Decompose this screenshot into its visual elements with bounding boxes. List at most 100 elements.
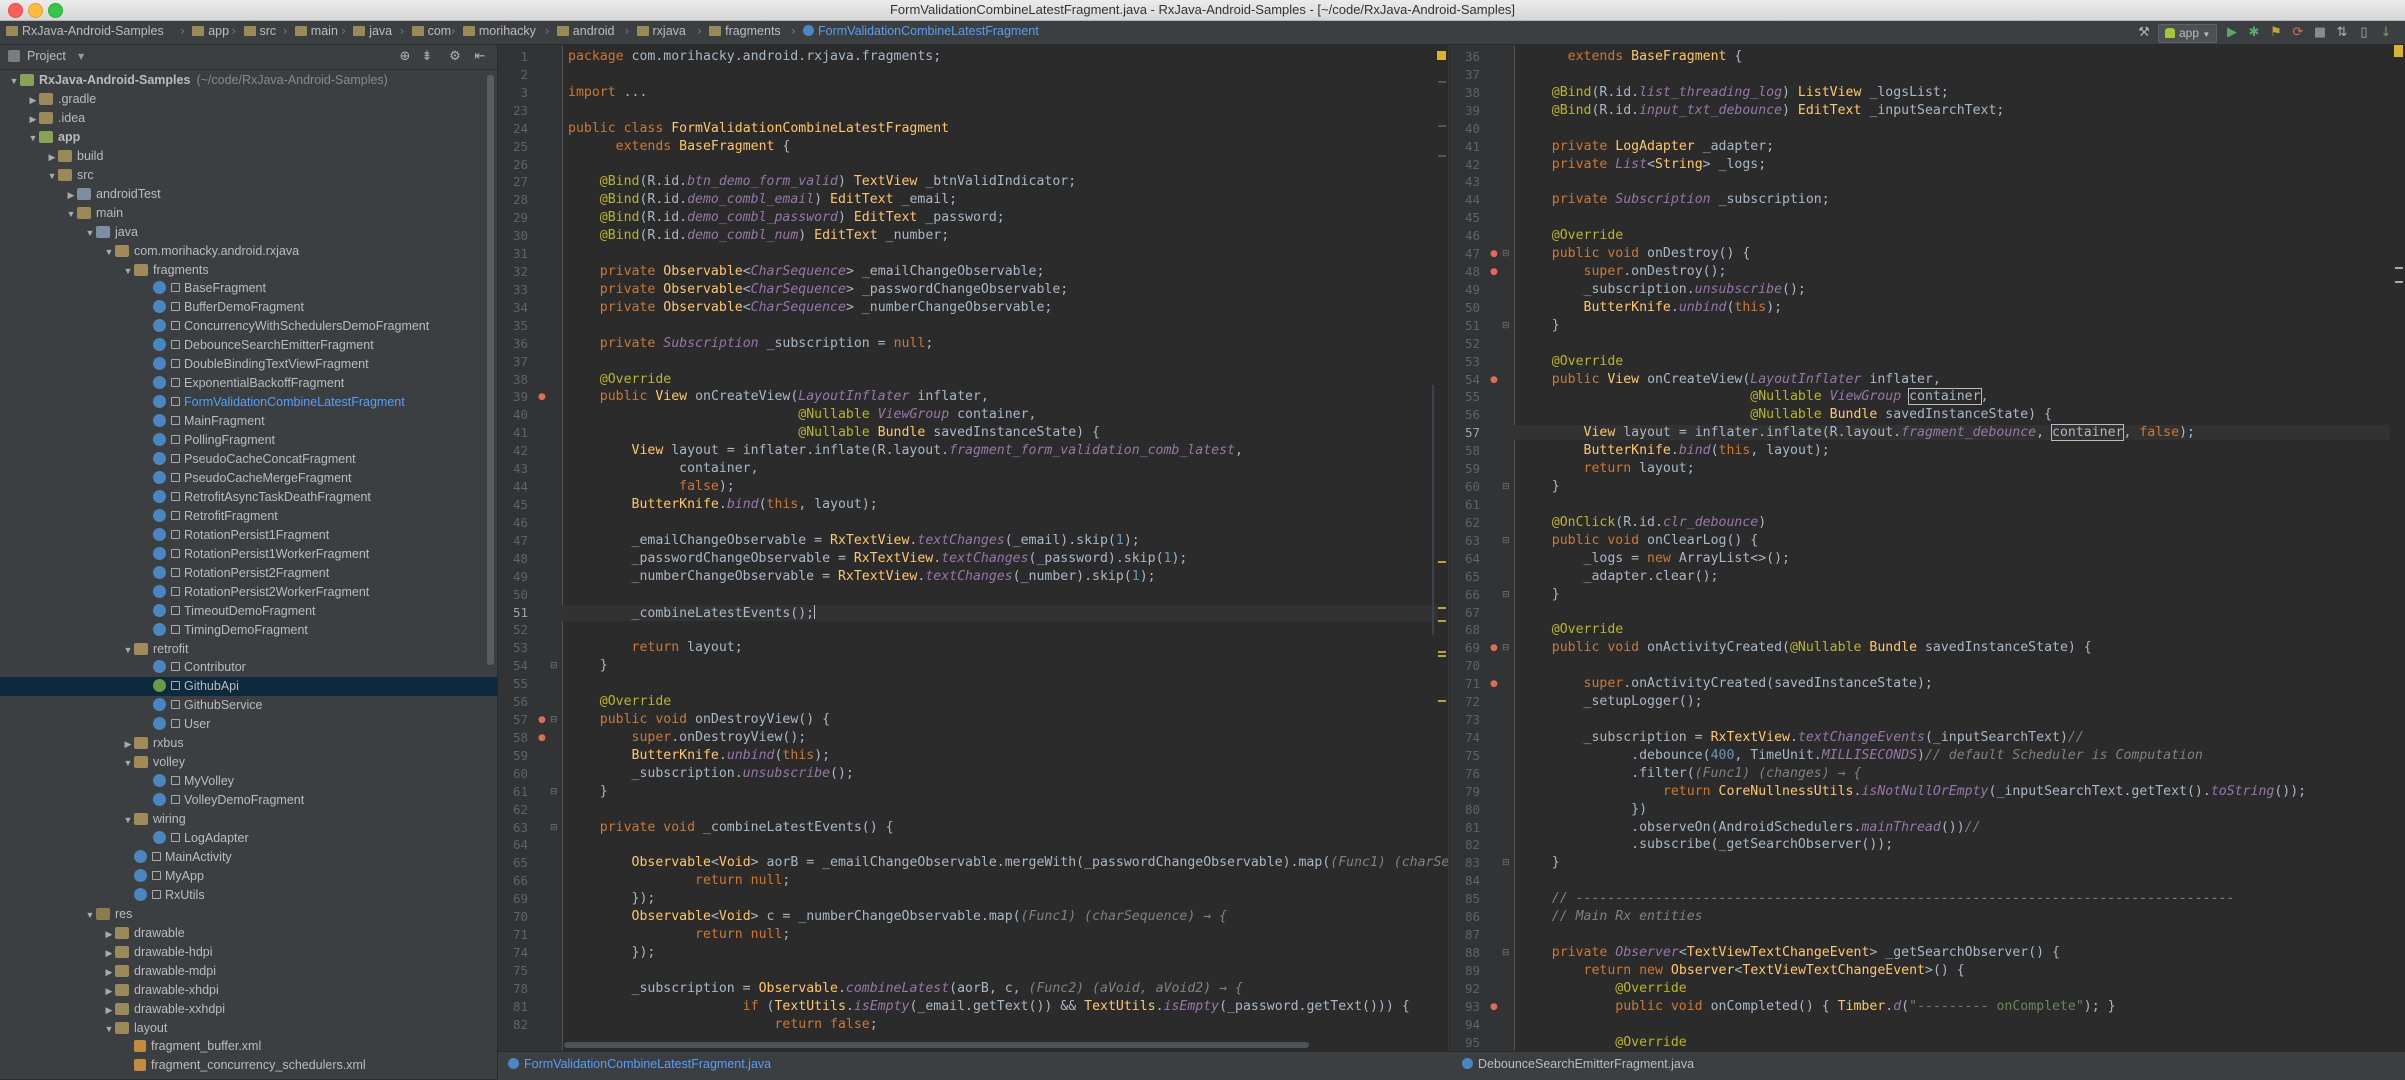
code-line[interactable]: _combineLatestEvents();: [562, 604, 1438, 621]
code-line[interactable]: public View onCreateView(LayoutInflater …: [1520, 372, 1941, 387]
code-line[interactable]: @Override: [1520, 228, 1623, 243]
code-line[interactable]: extends BaseFragment {: [568, 139, 791, 154]
fold-icon[interactable]: ⊟: [1502, 482, 1510, 492]
fold-icon[interactable]: ⊟: [1502, 948, 1510, 958]
code-line[interactable]: ButterKnife.unbind(this);: [568, 748, 831, 763]
chevron-down-icon[interactable]: ▼: [8, 72, 20, 91]
code-line[interactable]: }: [1520, 318, 1560, 333]
chevron-right-icon[interactable]: ▶: [103, 963, 115, 982]
code-line[interactable]: @Nullable Bundle savedInstanceState) {: [568, 425, 1100, 440]
code-line[interactable]: private Observer<TextViewTextChangeEvent…: [1520, 945, 2060, 960]
code-line[interactable]: _numberChangeObservable = RxTextView.tex…: [568, 569, 1156, 584]
override-marker-icon[interactable]: ●: [1490, 643, 1498, 653]
chevron-right-icon[interactable]: ▶: [46, 148, 58, 167]
horizontal-scrollbar[interactable]: [564, 1042, 1309, 1048]
code-line[interactable]: import ...: [568, 85, 647, 100]
code-line[interactable]: @Override: [1520, 622, 1623, 637]
debug-icon[interactable]: ✱: [2246, 25, 2262, 41]
breadcrumb-item[interactable]: RxJava-Android-Samples: [6, 24, 164, 41]
code-line[interactable]: public void onClearLog() {: [1520, 533, 1758, 548]
chevron-right-icon[interactable]: ▶: [103, 982, 115, 1001]
breadcrumb-item[interactable]: android: [556, 24, 615, 41]
fold-icon[interactable]: ⊟: [1502, 858, 1510, 868]
code-line[interactable]: @Bind(R.id.input_txt_debounce) EditText …: [1520, 103, 2005, 118]
editor-left[interactable]: 1 package com.morihacky.android.rxjava.fr…: [498, 45, 1449, 1051]
code-line[interactable]: @Nullable ViewGroup container,: [1520, 388, 1989, 406]
code-line[interactable]: });: [568, 945, 656, 960]
code-line[interactable]: return null;: [568, 927, 790, 942]
code-line[interactable]: public void onDestroy() {: [1520, 246, 1751, 261]
code-line[interactable]: }: [1520, 479, 1560, 494]
chevron-right-icon[interactable]: ▶: [27, 110, 39, 129]
override-marker-icon[interactable]: ●: [1490, 375, 1498, 385]
collapse-all-icon[interactable]: ⇟: [419, 49, 435, 65]
code-line[interactable]: private Subscription _subscription = nul…: [568, 336, 934, 351]
code-line[interactable]: _subscription = Observable.combineLatest…: [568, 981, 1243, 996]
code-line[interactable]: }: [1520, 587, 1560, 602]
hide-panel-icon[interactable]: ⇤: [472, 49, 488, 65]
code-line[interactable]: @Bind(R.id.demo_combl_email) EditText _e…: [568, 192, 957, 207]
code-line[interactable]: false);: [568, 479, 735, 494]
code-line[interactable]: public void onCompleted() { Timber.d("--…: [1520, 999, 2115, 1014]
project-header-label[interactable]: Project: [27, 49, 66, 63]
code-line[interactable]: @Bind(R.id.btn_demo_form_valid) TextView…: [568, 174, 1076, 189]
chevron-down-icon[interactable]: ▼: [122, 754, 134, 773]
code-line[interactable]: _setupLogger();: [1520, 694, 1703, 709]
code-line[interactable]: return null;: [568, 873, 790, 888]
run-icon[interactable]: ▶: [2224, 25, 2240, 41]
breadcrumb-item[interactable]: fragments: [709, 24, 781, 41]
code-line[interactable]: }): [1520, 802, 1647, 817]
code-line[interactable]: @Override: [1520, 981, 1686, 996]
tree-item[interactable]: ▼ app: [0, 128, 513, 147]
code-line[interactable]: @OnClick(R.id.clr_debounce): [1520, 515, 1766, 530]
code-line[interactable]: @Override: [1520, 354, 1623, 369]
code-line[interactable]: Observable<Void> c = _numberChangeObserv…: [568, 909, 1228, 924]
override-marker-icon[interactable]: ●: [538, 715, 546, 725]
code-line[interactable]: private List<String> _logs;: [1520, 157, 1766, 172]
code-line[interactable]: }: [568, 658, 608, 673]
sdk-manager-icon[interactable]: ↓: [2378, 25, 2394, 41]
tab-left-editor[interactable]: FormValidationCombineLatestFragment.java: [508, 1057, 771, 1071]
gear-icon[interactable]: ⚙: [447, 49, 463, 65]
breadcrumb-item[interactable]: com: [411, 24, 451, 41]
override-marker-icon[interactable]: ●: [1490, 249, 1498, 259]
tree-item[interactable]: ▼ RxJava-Android-Samples (~/code/RxJava-An…: [0, 71, 494, 90]
tab-right-editor[interactable]: DebounceSearchEmitterFragment.java: [1462, 1057, 1694, 1071]
code-line[interactable]: Observable<Void> aorB = _emailChangeObse…: [568, 855, 1448, 870]
code-line[interactable]: return layout;: [568, 640, 743, 655]
code-line[interactable]: super.onActivityCreated(savedInstanceSta…: [1520, 676, 1933, 691]
chevron-down-icon[interactable]: ▼: [122, 262, 134, 281]
code-line[interactable]: private Observable<CharSequence> _passwo…: [568, 282, 1068, 297]
tree-item[interactable]: ▶ .gradle: [0, 90, 513, 109]
override-marker-icon[interactable]: ●: [538, 733, 546, 743]
code-line[interactable]: @Nullable ViewGroup container,: [568, 407, 1036, 422]
code-line[interactable]: }: [568, 784, 608, 799]
code-line[interactable]: return layout;: [1520, 461, 1695, 476]
code-line[interactable]: private void _combineLatestEvents() {: [568, 820, 894, 835]
code-line[interactable]: .filter((Func1) (changes) → {: [1520, 766, 1861, 781]
code-line[interactable]: ButterKnife.bind(this, layout);: [1520, 443, 1830, 458]
chevron-down-icon[interactable]: ▼: [103, 243, 115, 262]
chevron-down-icon[interactable]: ▼: [103, 1020, 115, 1039]
breadcrumb-item[interactable]: java: [353, 24, 392, 41]
fold-icon[interactable]: ⊟: [550, 823, 558, 833]
override-marker-icon[interactable]: ●: [1490, 1002, 1498, 1012]
code-line[interactable]: _subscription.unsubscribe();: [568, 766, 854, 781]
code-line[interactable]: // -------------------------------------…: [1520, 891, 2235, 906]
chevron-down-icon[interactable]: ▼: [84, 224, 96, 243]
fold-icon[interactable]: ⊟: [1502, 249, 1510, 259]
breadcrumb-item[interactable]: main: [294, 24, 338, 41]
tree-item[interactable]: ▶ build: [0, 147, 532, 166]
override-marker-icon[interactable]: ●: [538, 392, 546, 402]
fold-icon[interactable]: ⊟: [1502, 643, 1510, 653]
code-line[interactable]: View layout = inflater.inflate(R.layout.…: [1514, 424, 2390, 442]
code-line[interactable]: _emailChangeObservable = RxTextView.text…: [568, 533, 1140, 548]
chevron-down-icon[interactable]: ▼: [27, 129, 39, 148]
chevron-right-icon[interactable]: ▶: [103, 944, 115, 963]
avd-manager-icon[interactable]: ▯: [2356, 25, 2372, 41]
tree-item[interactable]: ▼ res: [0, 905, 570, 924]
breadcrumb-item[interactable]: morihacky: [462, 24, 536, 41]
apply-changes-icon[interactable]: ⟳: [2290, 25, 2306, 41]
fold-icon[interactable]: ⊟: [1502, 590, 1510, 600]
fold-icon[interactable]: ⊟: [1502, 321, 1510, 331]
